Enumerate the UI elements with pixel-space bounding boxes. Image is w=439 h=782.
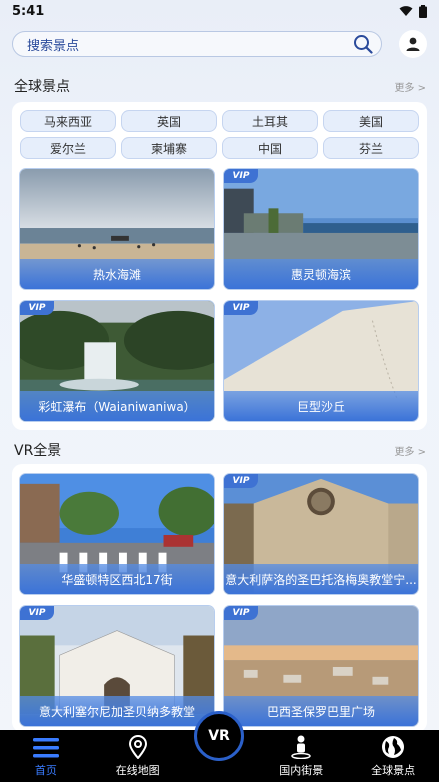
global-more-link[interactable]: 更多 > [394, 79, 426, 94]
vr-card[interactable]: 华盛顿特区西北17街 [19, 473, 215, 595]
scenic-card-label: 惠灵顿海滨 [224, 259, 418, 289]
global-panel: 马来西亚 英国 土耳其 美国 爱尔兰 柬埔寨 中国 芬兰 热水海滩 VIP 惠灵… [12, 102, 427, 430]
scenic-card-label: 彩虹瀑布（Waianiwaniwa） [20, 391, 214, 421]
vr-card[interactable]: VIP 意大利萨洛的圣巴托洛梅奥教堂宁... [223, 473, 419, 595]
vip-badge: VIP [20, 301, 54, 315]
search-icon[interactable] [353, 34, 373, 54]
nav-home-label: 首页 [34, 764, 57, 777]
search-row: 搜索景点 [12, 30, 427, 58]
user-icon [406, 37, 420, 51]
scenic-card[interactable]: VIP 惠灵顿海滨 [223, 168, 419, 290]
vr-section-header: VR全景 更多 > [14, 440, 426, 460]
vip-badge: VIP [224, 606, 258, 620]
scenic-card-label: 热水海滩 [20, 259, 214, 289]
nav-map[interactable]: 在线地图 [98, 735, 178, 778]
chip-ireland[interactable]: 爱尔兰 [20, 137, 116, 159]
vr-card-label: 华盛顿特区西北17街 [20, 564, 214, 594]
status-bar: 5:41 [0, 0, 439, 22]
vr-card-label: 巴西圣保罗巴里广场 [224, 696, 418, 726]
scenic-card-label: 巨型沙丘 [224, 391, 418, 421]
street-view-person-icon [291, 735, 312, 759]
nav-map-label: 在线地图 [115, 764, 160, 777]
vr-card-label: 意大利塞尔尼加圣贝纳多教堂 [20, 696, 214, 726]
user-avatar-button[interactable] [399, 30, 427, 58]
vr-card[interactable]: VIP 意大利塞尔尼加圣贝纳多教堂 [19, 605, 215, 727]
vip-badge: VIP [224, 169, 258, 183]
chip-finland[interactable]: 芬兰 [323, 137, 419, 159]
vip-badge: VIP [224, 474, 258, 488]
global-section-header: 全球景点 更多 > [14, 76, 426, 96]
scenic-card[interactable]: VIP 彩虹瀑布（Waianiwaniwa） [19, 300, 215, 422]
nav-global[interactable]: 全球景点 [353, 735, 433, 778]
vr-panel: 华盛顿特区西北17街 VIP 意大利萨洛的圣巴托洛梅奥教堂宁... VIP 意大… [12, 464, 427, 732]
chip-malaysia[interactable]: 马来西亚 [20, 110, 116, 132]
vip-badge: VIP [20, 606, 54, 620]
vr-card-label: 意大利萨洛的圣巴托洛梅奥教堂宁... [224, 564, 418, 594]
nav-home[interactable]: 首页 [6, 737, 86, 778]
nav-street[interactable]: 国内街景 [261, 735, 341, 778]
nav-global-label: 全球景点 [371, 764, 416, 777]
vr-card[interactable]: VIP 巴西圣保罗巴里广场 [223, 605, 419, 727]
country-chips: 马来西亚 英国 土耳其 美国 爱尔兰 柬埔寨 中国 芬兰 [20, 110, 419, 159]
status-time: 5:41 [12, 3, 45, 19]
search-input[interactable]: 搜索景点 [12, 31, 382, 57]
nav-street-label: 国内街景 [279, 764, 324, 777]
vr-section-title: VR全景 [14, 443, 62, 459]
status-icons [399, 4, 427, 18]
vip-badge: VIP [224, 301, 258, 315]
chip-cambodia[interactable]: 柬埔寨 [121, 137, 217, 159]
global-section-title: 全球景点 [14, 79, 70, 95]
chip-china[interactable]: 中国 [222, 137, 318, 159]
globe-icon [382, 736, 405, 758]
wifi-icon [399, 6, 413, 16]
chip-uk[interactable]: 英国 [121, 110, 217, 132]
scenic-card[interactable]: VIP 巨型沙丘 [223, 300, 419, 422]
chip-usa[interactable]: 美国 [323, 110, 419, 132]
vr-more-link[interactable]: 更多 > [394, 443, 426, 458]
menu-icon [32, 738, 59, 758]
battery-icon [419, 4, 427, 18]
chip-turkey[interactable]: 土耳其 [222, 110, 318, 132]
search-placeholder: 搜索景点 [27, 38, 80, 54]
vr-center-button[interactable]: VR [194, 711, 244, 761]
location-pin-icon [128, 735, 147, 759]
scenic-card[interactable]: 热水海滩 [19, 168, 215, 290]
